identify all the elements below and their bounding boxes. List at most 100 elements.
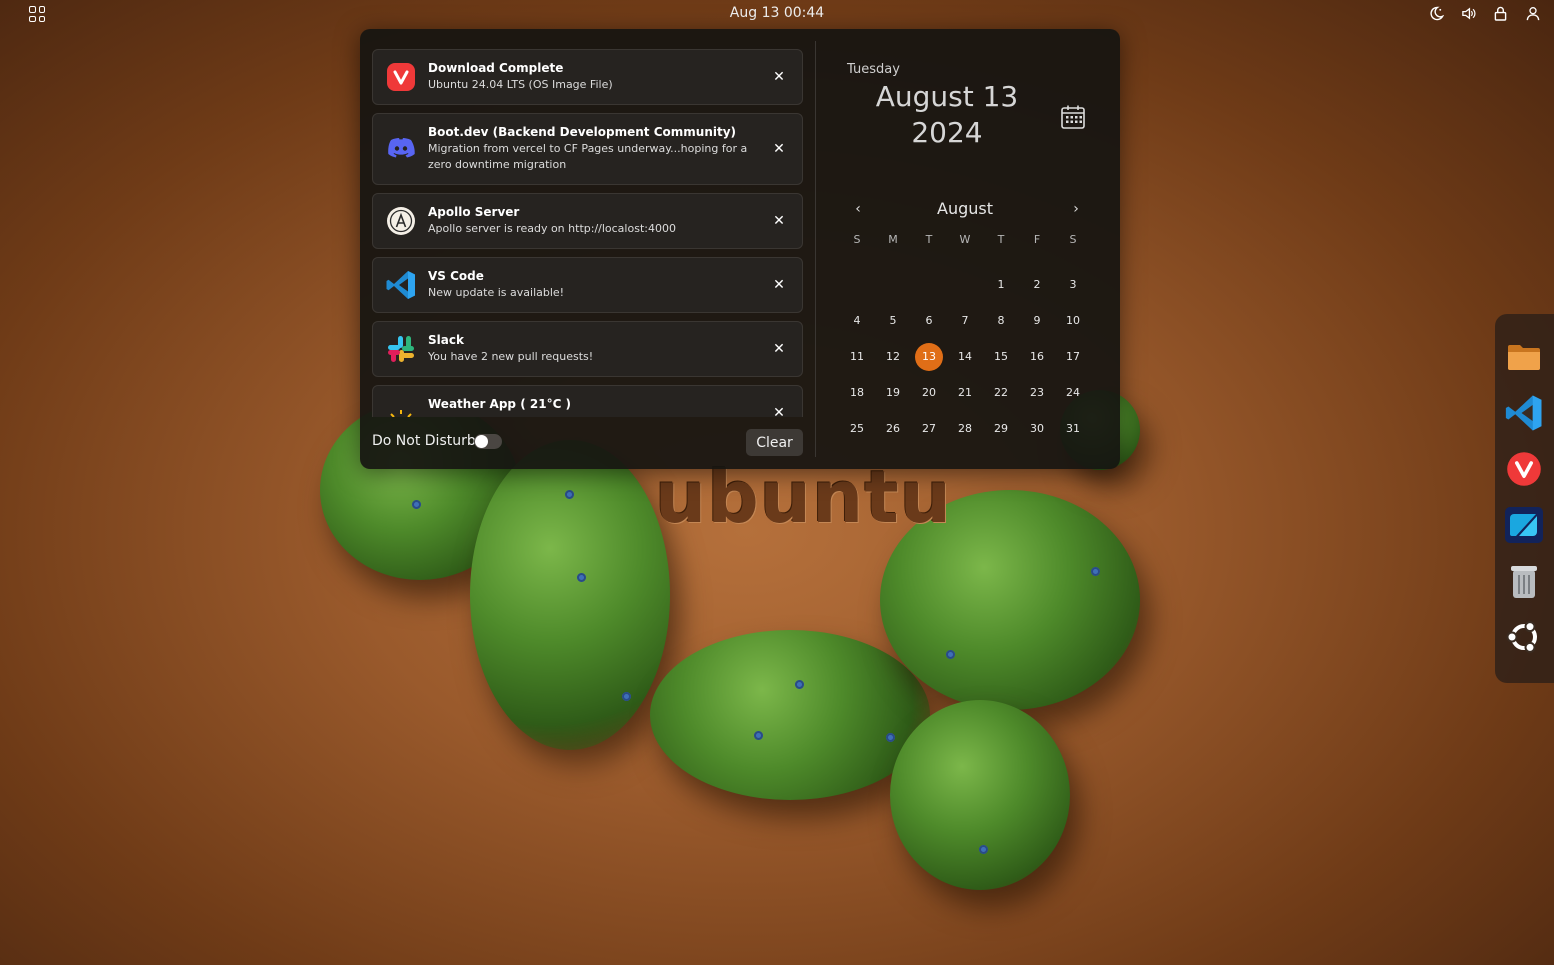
calendar-day[interactable]: 15: [983, 343, 1019, 371]
weather-icon: [385, 402, 417, 417]
notification-title: Apollo Server: [428, 205, 520, 219]
calendar-day[interactable]: 4: [839, 307, 875, 335]
calendar-day[interactable]: 19: [875, 379, 911, 407]
ubuntu-icon[interactable]: [1503, 616, 1545, 658]
calendar-day[interactable]: 5: [875, 307, 911, 335]
files-icon[interactable]: [1503, 336, 1545, 378]
trash-icon[interactable]: [1503, 560, 1545, 602]
calendar-day[interactable]: 29: [983, 415, 1019, 443]
calendar-day[interactable]: 31: [1055, 415, 1091, 443]
notification-list[interactable]: Download Complete Ubuntu 24.04 LTS (OS I…: [372, 49, 803, 417]
apollo-icon: [385, 205, 417, 237]
calendar-day[interactable]: 1: [983, 271, 1019, 299]
wallpaper-grass: [650, 630, 930, 800]
close-icon[interactable]: ✕: [768, 274, 790, 296]
calendar-day[interactable]: 18: [839, 379, 875, 407]
calendar-day[interactable]: 16: [1019, 343, 1055, 371]
close-icon[interactable]: ✕: [768, 338, 790, 360]
wallpaper-flower: [1091, 567, 1100, 576]
wallpaper-flower: [886, 733, 895, 742]
next-month-button[interactable]: ›: [1066, 199, 1086, 219]
weekday-header: S: [1069, 233, 1077, 246]
weekday-header: T: [997, 233, 1005, 246]
calendar-day[interactable]: 23: [1019, 379, 1055, 407]
calendar-day[interactable]: 10: [1055, 307, 1091, 335]
dock: [1495, 314, 1554, 683]
vivaldi-icon: [385, 61, 417, 93]
notification-body: Ubuntu 24.04 LTS (OS Image File): [428, 78, 613, 91]
vscode-icon: [385, 269, 417, 301]
vscode-icon[interactable]: [1503, 392, 1545, 434]
calendar-day[interactable]: 28: [947, 415, 983, 443]
calendar-day[interactable]: 24: [1055, 379, 1091, 407]
calendar-day[interactable]: 21: [947, 379, 983, 407]
toggle-knob: [475, 435, 488, 448]
calendar-day[interactable]: 27: [911, 415, 947, 443]
calendar-day[interactable]: 7: [947, 307, 983, 335]
notification-item[interactable]: Download Complete Ubuntu 24.04 LTS (OS I…: [372, 49, 803, 105]
user-icon[interactable]: [1525, 5, 1540, 22]
notification-body: New update is available!: [428, 286, 565, 299]
notification-item[interactable]: Weather App ( 21°C ) ✕: [372, 385, 803, 417]
calendar-day[interactable]: 17: [1055, 343, 1091, 371]
notification-title: VS Code: [428, 269, 484, 283]
empty-day-cell: [875, 271, 911, 299]
calendar-day[interactable]: 9: [1019, 307, 1055, 335]
slack-icon: [385, 333, 417, 365]
close-icon[interactable]: ✕: [768, 138, 790, 160]
calendar-day[interactable]: 8: [983, 307, 1019, 335]
calendar-day[interactable]: 26: [875, 415, 911, 443]
wallpaper-flower: [946, 650, 955, 659]
current-date-day: August 13: [875, 80, 1019, 113]
notification-item[interactable]: Slack You have 2 new pull requests! ✕: [372, 321, 803, 377]
calendar-day[interactable]: 11: [839, 343, 875, 371]
notification-body: You have 2 new pull requests!: [428, 350, 594, 363]
calendar-day[interactable]: 3: [1055, 271, 1091, 299]
calendar-day[interactable]: 12: [875, 343, 911, 371]
notification-title: Slack: [428, 333, 464, 347]
weekday-header: S: [853, 233, 861, 246]
close-icon[interactable]: ✕: [768, 66, 790, 88]
current-date[interactable]: August 13 2024: [847, 79, 1047, 151]
calendar-day[interactable]: 20: [911, 379, 947, 407]
close-icon[interactable]: ✕: [768, 210, 790, 232]
wallpaper-grass: [470, 440, 670, 750]
volume-icon[interactable]: [1461, 5, 1476, 22]
calendar-day[interactable]: 2: [1019, 271, 1055, 299]
system-tray[interactable]: [1429, 5, 1540, 22]
wallpaper-flower: [565, 490, 574, 499]
notification-body: Migration from vercel to CF Pages underw…: [428, 142, 748, 171]
weekday-label: Tuesday: [847, 62, 900, 77]
notification-item[interactable]: Boot.dev (Backend Development Community)…: [372, 113, 803, 185]
calendar-day[interactable]: 30: [1019, 415, 1055, 443]
month-navigation: ‹ August ›: [840, 197, 1090, 221]
night-light-icon[interactable]: [1429, 5, 1444, 22]
clear-button[interactable]: Clear: [746, 429, 803, 456]
weekday-header: W: [959, 233, 971, 246]
calendar-icon[interactable]: [1060, 104, 1086, 130]
do-not-disturb-label: Do Not Disturb: [372, 433, 476, 449]
clock[interactable]: Aug 13 00:44: [0, 5, 1554, 21]
notification-item[interactable]: Apollo Server Apollo server is ready on …: [372, 193, 803, 249]
notification-body: Apollo server is ready on http://localos…: [428, 222, 676, 235]
do-not-disturb-toggle[interactable]: [474, 434, 502, 449]
calendar-day[interactable]: 6: [911, 307, 947, 335]
empty-day-cell: [911, 271, 947, 299]
notification-item[interactable]: VS Code New update is available! ✕: [372, 257, 803, 313]
wallpaper-flower: [754, 731, 763, 740]
empty-day-cell: [947, 271, 983, 299]
notification-title: Weather App ( 21°C ): [428, 397, 572, 411]
calendar-grid: S M T W T F S 1 2 3 4 5 6 7 8 9 10 11 12 13 14 15 16 17 18 19 20 21…: [839, 233, 1091, 443]
calendar-day[interactable]: 25: [839, 415, 875, 443]
calendar-day[interactable]: 22: [983, 379, 1019, 407]
weekday-header: F: [1033, 233, 1041, 246]
wallpaper-flower: [979, 845, 988, 854]
calendar-day-today[interactable]: 13: [911, 343, 947, 371]
vivaldi-icon[interactable]: [1503, 448, 1545, 490]
wallpaper-flower: [577, 573, 586, 582]
close-icon[interactable]: ✕: [768, 402, 790, 417]
calendar-day[interactable]: 14: [947, 343, 983, 371]
app-icon[interactable]: [1503, 504, 1545, 546]
wallpaper-grass: [890, 700, 1070, 890]
lock-icon[interactable]: [1493, 5, 1508, 22]
